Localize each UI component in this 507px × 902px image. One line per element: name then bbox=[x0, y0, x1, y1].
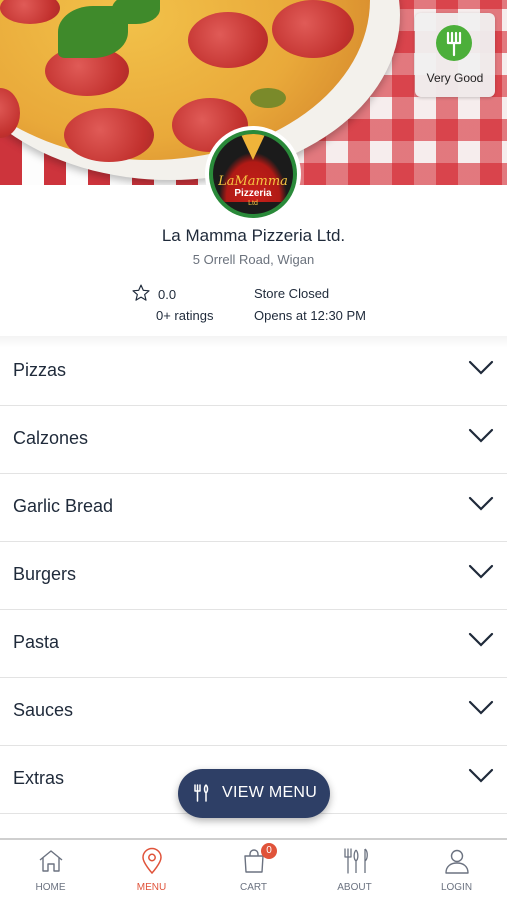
rating-value: 0.0 bbox=[158, 287, 177, 302]
category-pizzas[interactable]: Pizzas bbox=[0, 338, 507, 406]
category-garlic-bread[interactable]: Garlic Bread bbox=[0, 474, 507, 542]
pepperoni bbox=[272, 0, 354, 58]
star-icon bbox=[132, 284, 150, 301]
category-label: Pizzas bbox=[13, 360, 67, 380]
category-label: Extras bbox=[13, 768, 65, 788]
category-label: Calzones bbox=[13, 428, 89, 448]
restaurant-logo: LaMamma Pizzeria Ltd bbox=[205, 126, 301, 222]
cutlery-icon bbox=[194, 784, 209, 802]
tab-menu[interactable]: MENU bbox=[101, 840, 202, 902]
hygiene-label: Very Good bbox=[426, 71, 484, 85]
category-burgers[interactable]: Burgers bbox=[0, 542, 507, 610]
tab-label: LOGIN bbox=[440, 882, 473, 893]
chevron-down-icon bbox=[468, 700, 494, 715]
tab-about[interactable]: ABOUT bbox=[304, 840, 405, 902]
hygiene-fork-icon bbox=[436, 25, 472, 61]
pepperoni bbox=[188, 12, 268, 68]
logo-text-2: Pizzeria bbox=[234, 188, 272, 199]
location-pin-icon bbox=[142, 847, 162, 875]
ratings-count: 0+ ratings bbox=[156, 308, 214, 323]
home-icon bbox=[39, 850, 63, 872]
tab-label: ABOUT bbox=[337, 882, 372, 893]
tab-label: CART bbox=[239, 882, 268, 893]
tab-label: MENU bbox=[136, 882, 167, 893]
category-label: Burgers bbox=[13, 564, 77, 584]
category-calzones[interactable]: Calzones bbox=[0, 406, 507, 474]
cutlery-icon bbox=[344, 848, 368, 874]
tab-home[interactable]: HOME bbox=[0, 840, 101, 902]
category-label: Sauces bbox=[13, 700, 74, 720]
olive bbox=[250, 88, 286, 108]
view-menu-button[interactable]: VIEW MENU bbox=[178, 769, 330, 818]
tab-label: HOME bbox=[35, 882, 66, 893]
category-sauces[interactable]: Sauces bbox=[0, 678, 507, 746]
chevron-down-icon bbox=[468, 428, 494, 443]
logo-text-1: LaMamma bbox=[218, 174, 288, 189]
cart-count-badge: 0 bbox=[261, 843, 277, 859]
chevron-down-icon bbox=[468, 360, 494, 375]
category-label: Pasta bbox=[13, 632, 60, 652]
opening-time: Opens at 12:30 PM bbox=[254, 308, 367, 323]
user-icon bbox=[445, 849, 469, 874]
chevron-down-icon bbox=[468, 564, 494, 579]
chevron-down-icon bbox=[468, 496, 494, 511]
tab-cart[interactable]: 0 CART bbox=[203, 840, 304, 902]
tab-login[interactable]: LOGIN bbox=[406, 840, 507, 902]
logo-text-3: Ltd bbox=[248, 200, 258, 207]
chevron-down-icon bbox=[468, 768, 494, 783]
hygiene-rating-badge[interactable]: Very Good bbox=[415, 13, 495, 97]
category-pasta[interactable]: Pasta bbox=[0, 610, 507, 678]
category-label: Garlic Bread bbox=[13, 496, 114, 516]
store-status: Store Closed bbox=[254, 286, 330, 301]
restaurant-address: 5 Orrell Road, Wigan bbox=[192, 252, 315, 267]
bottom-tab-bar: HOME MENU 0 CART ABOUT LOGIN bbox=[0, 838, 507, 902]
restaurant-name: La Mamma Pizzeria Ltd. bbox=[161, 226, 346, 245]
view-menu-label: VIEW MENU bbox=[222, 784, 318, 801]
pepperoni bbox=[64, 108, 154, 162]
chevron-down-icon bbox=[468, 632, 494, 647]
